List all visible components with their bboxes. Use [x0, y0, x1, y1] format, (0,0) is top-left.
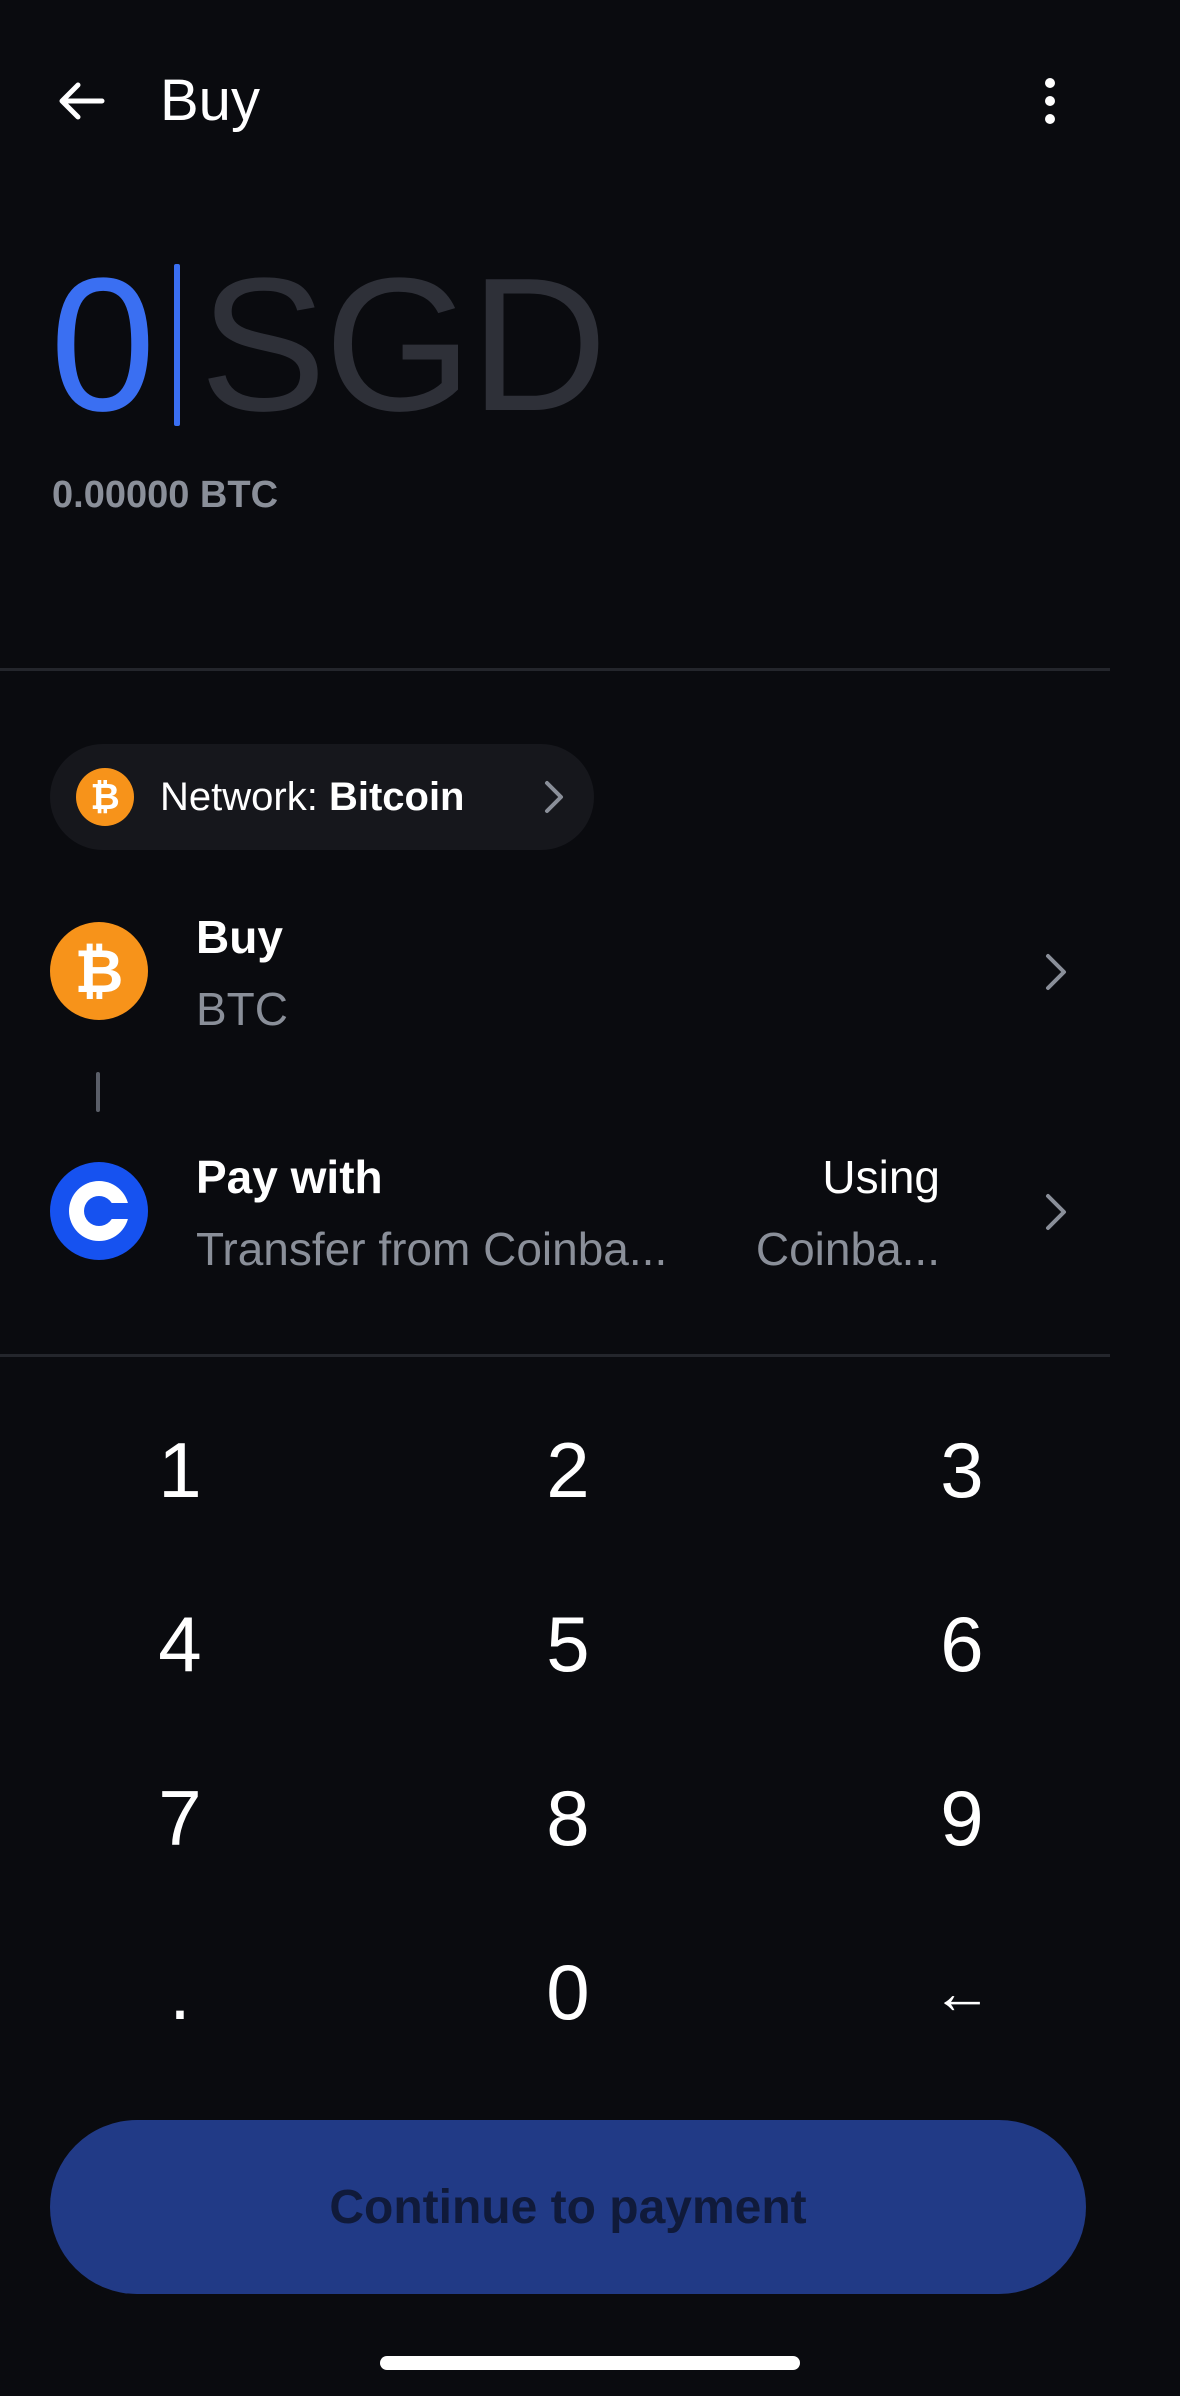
network-selector[interactable]: ₿ Network: Bitcoin — [50, 744, 594, 850]
home-indicator[interactable] — [380, 2356, 800, 2370]
buy-label: Buy — [196, 911, 283, 963]
network-value: Bitcoin — [328, 774, 465, 819]
chevron-right-icon — [545, 781, 563, 813]
buy-asset: BTC — [196, 983, 288, 1035]
using-label: Using — [822, 1151, 940, 1203]
continue-to-payment-button[interactable]: Continue to payment — [50, 2120, 1086, 2294]
key-2[interactable]: 2 — [388, 1390, 748, 1550]
buy-asset-row[interactable]: ₿ Buy BTC — [0, 890, 1110, 1050]
pay-with-label: Pay with — [196, 1151, 383, 1203]
using-value: Coinba... — [755, 1223, 940, 1275]
text-caret — [173, 264, 180, 426]
network-label: Network: Bitcoin — [160, 774, 465, 819]
back-button[interactable] — [48, 68, 114, 134]
payment-method: Transfer from Coinba... — [196, 1223, 668, 1275]
connector-line — [96, 1072, 100, 1112]
key-4[interactable]: 4 — [0, 1564, 360, 1724]
key-8[interactable]: 8 — [388, 1738, 748, 1898]
backspace-key[interactable]: ← — [782, 1912, 1142, 2072]
converted-amount: 0.00000 BTC — [52, 474, 279, 516]
continue-label: Continue to payment — [329, 2180, 807, 2234]
key-7[interactable]: 7 — [0, 1738, 360, 1898]
more-vertical-icon — [1045, 78, 1055, 124]
chevron-right-icon — [1046, 1194, 1066, 1230]
key-decimal[interactable]: . — [0, 1912, 360, 2072]
arrow-left-icon — [59, 82, 105, 120]
chevron-right-icon — [1046, 954, 1066, 990]
amount-input[interactable]: 0 SGD — [50, 239, 608, 451]
more-options-button[interactable] — [1020, 68, 1080, 134]
key-3[interactable]: 3 — [782, 1390, 1142, 1550]
coinbase-icon — [50, 1162, 148, 1260]
key-9[interactable]: 9 — [782, 1738, 1142, 1898]
key-0[interactable]: 0 — [388, 1912, 748, 2072]
amount-value: 0 — [50, 239, 156, 451]
page-title: Buy — [160, 68, 260, 133]
key-5[interactable]: 5 — [388, 1564, 748, 1724]
amount-currency: SGD — [199, 239, 608, 451]
bitcoin-icon: ₿ — [76, 768, 134, 826]
divider — [0, 1354, 1110, 1357]
pay-with-row[interactable]: Pay with Transfer from Coinba... Using C… — [0, 1130, 1110, 1290]
bitcoin-icon: ₿ — [50, 922, 148, 1020]
key-1[interactable]: 1 — [0, 1390, 360, 1550]
key-6[interactable]: 6 — [782, 1564, 1142, 1724]
divider — [0, 668, 1110, 671]
